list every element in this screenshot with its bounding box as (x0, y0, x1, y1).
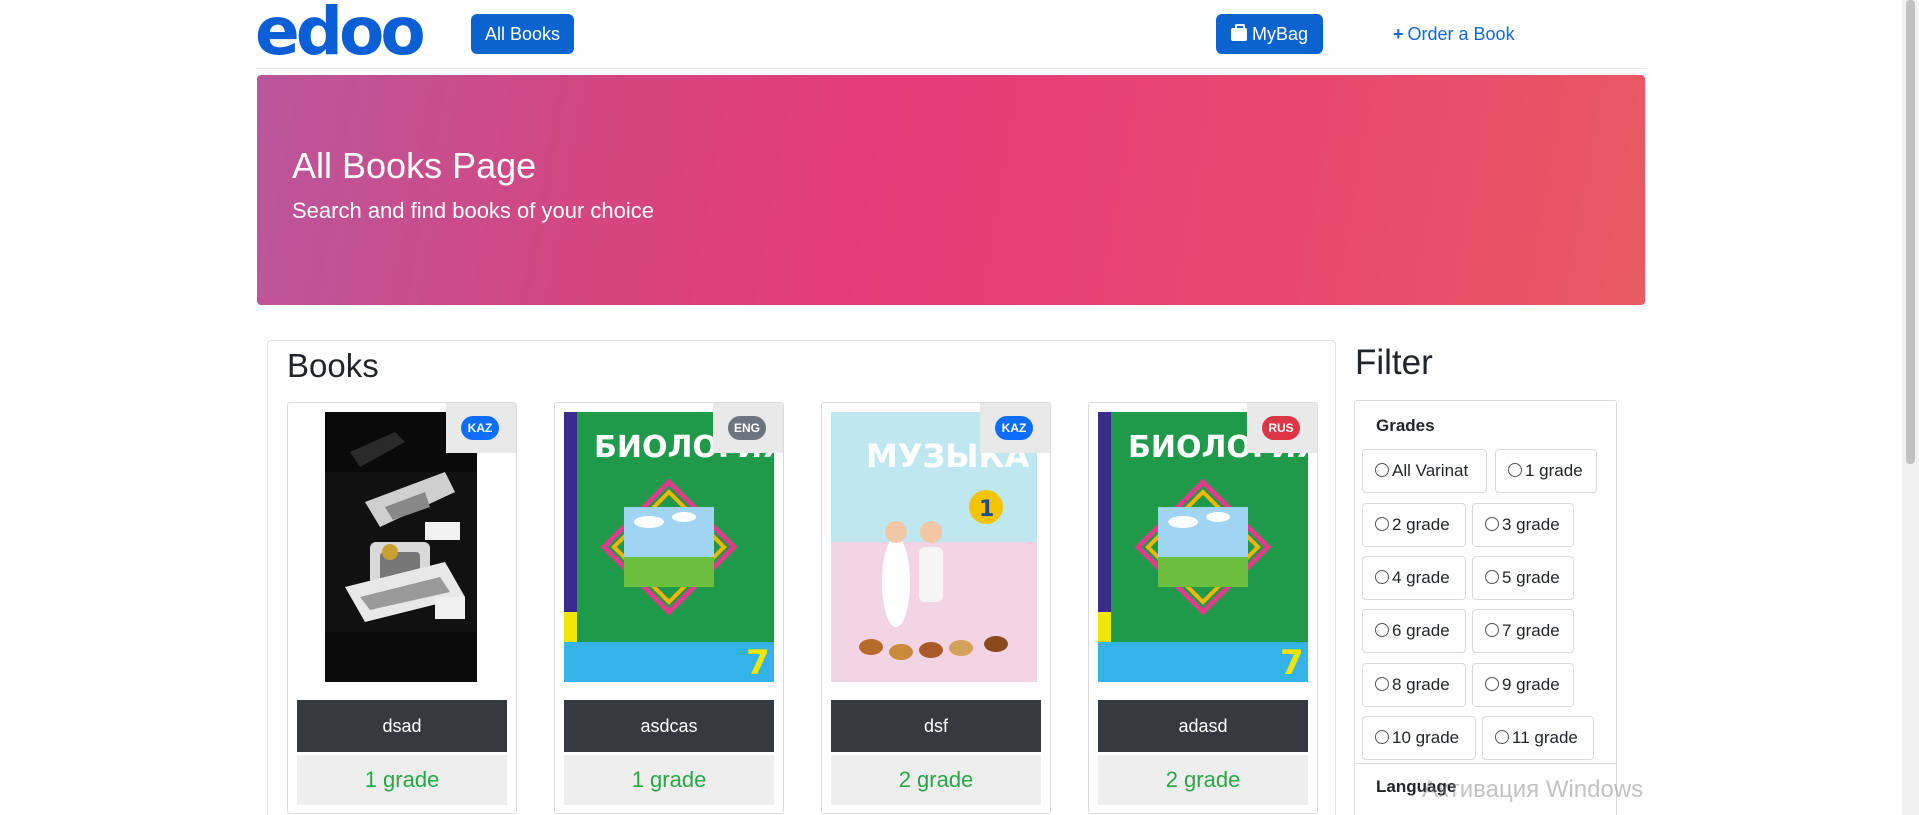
language-badge: ENG (728, 416, 766, 440)
navbar: edoo All Books MyBag + Order a Book (0, 0, 1919, 70)
hero-banner: All Books Page Search and find books of … (257, 75, 1645, 305)
book-card[interactable]: БИОЛОГИЯ 7 RUS adasd 2 grade (1088, 402, 1318, 814)
book-card[interactable]: БИОЛОГИЯ 7 ENG asdcas 1 grade (554, 402, 784, 814)
svg-text:7: 7 (1280, 643, 1304, 682)
windows-activation-watermark: Активация Windows (1422, 776, 1644, 803)
scrollbar-thumb[interactable] (1906, 0, 1915, 464)
book-title[interactable]: dsf (831, 700, 1041, 752)
radio-circle-icon (1375, 730, 1389, 744)
plus-icon: + (1393, 24, 1404, 44)
language-badge-box: ENG (713, 403, 783, 453)
language-badge: RUS (1262, 416, 1300, 440)
filter-divider (1355, 763, 1616, 764)
radio-circle-icon (1375, 463, 1389, 477)
grade-radio-11[interactable]: 11 grade (1482, 716, 1594, 760)
nav-divider (256, 68, 1646, 69)
grade-radio-1[interactable]: 1 grade (1495, 449, 1597, 493)
book-card[interactable]: KAZ dsad 1 grade (287, 402, 517, 814)
books-panel: Books KAZ dsad 1 grade БИОЛОГИЯ 7 ENG as… (267, 340, 1336, 815)
grade-radio-7[interactable]: 7 grade (1472, 609, 1574, 653)
svg-text:7: 7 (746, 643, 770, 682)
book-grade: 2 grade (831, 755, 1041, 805)
radio-circle-icon (1508, 463, 1522, 477)
language-badge: KAZ (995, 416, 1033, 440)
book-title[interactable]: asdcas (564, 700, 774, 752)
grade-radio-all[interactable]: All Varinat (1362, 449, 1487, 493)
my-bag-label: MyBag (1251, 24, 1309, 44)
radio-circle-icon (1495, 730, 1509, 744)
page-subtitle: Search and find books of your choice (292, 198, 655, 223)
order-book-link[interactable]: + Order a Book (1393, 22, 1515, 46)
radio-circle-icon (1375, 570, 1389, 584)
radio-circle-icon (1485, 623, 1499, 637)
grade-radio-4[interactable]: 4 grade (1362, 556, 1466, 600)
order-book-label: Order a Book (1407, 24, 1515, 44)
grade-radio-2[interactable]: 2 grade (1362, 503, 1466, 547)
filter-panel: Grades All Varinat 1 grade 2 grade 3 gra… (1354, 400, 1617, 815)
language-badge: KAZ (461, 416, 499, 440)
language-badge-box: KAZ (980, 403, 1050, 453)
book-grade: 1 grade (564, 755, 774, 805)
book-grade: 1 grade (297, 755, 507, 805)
grade-radio-8[interactable]: 8 grade (1362, 663, 1466, 707)
grade-radio-5[interactable]: 5 grade (1472, 556, 1574, 600)
radio-circle-icon (1375, 623, 1389, 637)
radio-circle-icon (1375, 517, 1389, 531)
briefcase-icon (1230, 24, 1247, 41)
language-badge-box: RUS (1247, 403, 1317, 453)
language-badge-box: KAZ (446, 403, 516, 453)
radio-circle-icon (1485, 570, 1499, 584)
grade-radio-9[interactable]: 9 grade (1472, 663, 1574, 707)
book-card[interactable]: МУЗЫКА 1 KAZ dsf 2 grade (821, 402, 1051, 814)
grade-radio-6[interactable]: 6 grade (1362, 609, 1466, 653)
filter-heading: Filter (1355, 343, 1433, 382)
book-title[interactable]: dsad (297, 700, 507, 752)
logo[interactable]: edoo (255, 0, 426, 65)
all-books-button[interactable]: All Books (471, 14, 574, 54)
grades-label: Grades (1376, 416, 1435, 435)
books-heading: Books (287, 347, 379, 384)
radio-circle-icon (1485, 517, 1499, 531)
page-scrollbar[interactable] (1902, 0, 1919, 815)
book-grade: 2 grade (1098, 755, 1308, 805)
radio-circle-icon (1485, 677, 1499, 691)
grade-radio-3[interactable]: 3 grade (1472, 503, 1574, 547)
grade-radio-10[interactable]: 10 grade (1362, 716, 1476, 760)
radio-circle-icon (1375, 677, 1389, 691)
book-title[interactable]: adasd (1098, 700, 1308, 752)
svg-text:1: 1 (979, 497, 994, 522)
page-title: All Books Page (292, 145, 537, 186)
my-bag-button[interactable]: MyBag (1216, 14, 1323, 54)
